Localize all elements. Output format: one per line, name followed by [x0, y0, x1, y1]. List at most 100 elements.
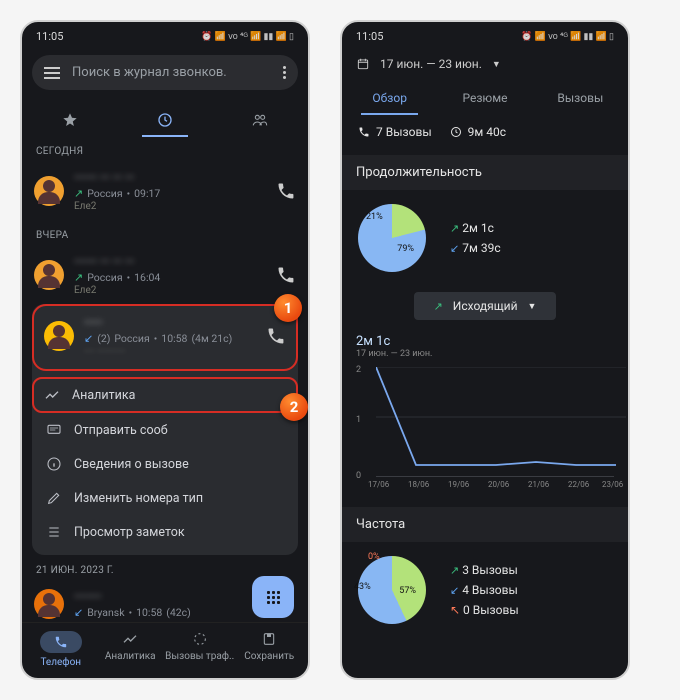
menu-icon[interactable]	[44, 67, 60, 79]
info-icon	[46, 456, 62, 472]
calendar-icon	[356, 57, 370, 71]
nav-label: Телефон	[40, 657, 81, 668]
legend-incoming: ↙ 7м 39с	[450, 241, 501, 255]
call-row-highlighted[interactable]: 1 ▫▫▫▫ ↙ (2) Россия • 10:58 (4м 21с) ▫▫▫…	[32, 304, 298, 371]
call-meta: ↙ (2) Россия • 10:58 (4м 21с)	[84, 332, 256, 345]
tab-recent[interactable]	[117, 104, 212, 136]
menu-view-notes[interactable]: Просмотр заметок	[32, 515, 298, 549]
frequency-legend: ↗ 3 Вызовы ↙ 4 Вызовы ↖ 0 Вызовы	[450, 563, 519, 617]
menu-send-message[interactable]: Отправить сооб	[32, 413, 298, 447]
incoming-icon: ↙	[84, 332, 93, 345]
summary-time: 9м 40с	[450, 125, 506, 139]
annotation-marker-1: 1	[274, 294, 302, 322]
clock: 11:05	[36, 30, 63, 43]
outgoing-icon: ↗	[74, 187, 83, 200]
incoming-icon: ↙	[74, 606, 83, 619]
chevron-down-icon: ▼	[492, 59, 501, 70]
duration-chart-row: 21% 79% ↗ 2м 1с ↙ 7м 39с	[342, 190, 628, 286]
bottom-nav: Телефон Аналитика Вызовы траф.. Сохранит…	[22, 622, 308, 678]
caller-name: ▫▫▫▫▫ ▫▫ ▫▫ ▫▫	[74, 253, 266, 269]
annotation-marker-2: 2	[280, 393, 308, 421]
call-meta: ↗ Россия • 09:17	[74, 187, 266, 200]
phone-icon	[54, 635, 68, 649]
menu-label: Сведения о вызове	[74, 457, 189, 472]
section-today: СЕГОДНЯ	[22, 136, 308, 161]
tab-bar	[22, 98, 308, 136]
status-icons: ⏰ 📶 ᴠᴏ ⁴ᴳ 📶 ▮▮ 📶 ▯	[201, 31, 294, 42]
date-range-bar[interactable]: 17 июн. — 23 июн. ▼	[342, 47, 628, 81]
summary-row: 7 Вызовы 9м 40с	[342, 115, 628, 149]
section-duration: Продолжительность	[342, 155, 628, 190]
nav-phone[interactable]: Телефон	[26, 631, 96, 668]
status-bar: 11:05 ⏰ 📶 ᴠᴏ ⁴ᴳ 📶 ▮▮ 📶 ▯	[342, 22, 628, 47]
phone-right: 11:05 ⏰ 📶 ᴠᴏ ⁴ᴳ 📶 ▮▮ 📶 ▯ 17 июн. — 23 ию…	[340, 20, 630, 680]
more-icon[interactable]	[283, 66, 286, 79]
call-icon[interactable]	[276, 265, 296, 285]
call-icon[interactable]	[276, 181, 296, 201]
outgoing-icon: ↗	[74, 271, 83, 284]
section-frequency: Частота	[342, 507, 628, 542]
menu-label: Изменить номера тип	[74, 491, 203, 506]
caller-name: ▫▫▫▫▫ ▫▫ ▫▫ ▫▫	[74, 169, 266, 185]
menu-label: Аналитика	[72, 388, 135, 403]
duration-pie: 21% 79%	[358, 204, 426, 272]
list-icon	[46, 524, 62, 540]
avatar	[44, 321, 74, 351]
save-icon	[261, 631, 277, 647]
line-title: 2м 1с	[356, 334, 614, 349]
nav-save[interactable]: Сохранить	[235, 631, 305, 668]
line-chart-box: 2м 1с 17 июн. — 23 июн. 2 1 0 17/06 18/0…	[342, 330, 628, 489]
operator: Еле2	[74, 201, 266, 212]
section-yesterday: ВЧЕРА	[22, 220, 308, 245]
nav-traffic[interactable]: Вызовы траф..	[165, 631, 235, 668]
menu-call-info[interactable]: Сведения о вызове	[32, 447, 298, 481]
search-bar[interactable]: Поиск в журнал звонков.	[32, 55, 298, 90]
caller-name: ▫▫▫▫	[84, 314, 256, 330]
phone-left: 11:05 ⏰ 📶 ᴠᴏ ⁴ᴳ 📶 ▮▮ 📶 ▯ Поиск в журнал …	[20, 20, 310, 680]
tab-contacts[interactable]	[213, 104, 308, 136]
status-bar: 11:05 ⏰ 📶 ᴠᴏ ⁴ᴳ 📶 ▮▮ 📶 ▯	[22, 22, 308, 47]
clock-icon	[450, 126, 462, 138]
tab-overview[interactable]: Обзор	[342, 81, 437, 115]
dialpad-icon	[267, 591, 280, 604]
legend-outgoing: ↗ 3 Вызовы	[450, 563, 519, 577]
clock-icon	[157, 112, 173, 128]
frequency-pie: 0% 43% 57%	[358, 556, 426, 624]
chart-icon	[44, 387, 60, 403]
legend-missed: ↖ 0 Вызовы	[450, 603, 519, 617]
menu-label: Просмотр заметок	[74, 525, 185, 540]
tab-favorites[interactable]	[22, 104, 117, 136]
dialpad-fab[interactable]	[252, 576, 294, 618]
dropdown-value: Исходящий	[453, 299, 518, 313]
call-icon[interactable]	[266, 326, 286, 346]
line-subtitle: 17 июн. — 23 июн.	[356, 349, 614, 359]
chevron-down-icon: ▼	[528, 301, 537, 312]
clock: 11:05	[356, 30, 383, 43]
menu-analytics-highlighted[interactable]: 2 Аналитика	[32, 377, 298, 413]
avatar	[34, 589, 64, 619]
avatar	[34, 260, 64, 290]
nav-label: Сохранить	[244, 651, 294, 662]
edit-icon	[46, 490, 62, 506]
outgoing-icon: ↗	[434, 300, 443, 313]
nav-analytics[interactable]: Аналитика	[96, 631, 166, 668]
expanded-call-card: 1 ▫▫▫▫ ↙ (2) Россия • 10:58 (4м 21с) ▫▫▫…	[32, 304, 298, 555]
tab-resume[interactable]: Резюме	[437, 81, 532, 115]
menu-label: Отправить сооб	[74, 423, 168, 438]
legend-incoming: ↙ 4 Вызовы	[450, 583, 519, 597]
call-row[interactable]: ▫▫▫▫▫ ▫▫ ▫▫ ▫▫ ↗ Россия • 16:04 Еле2	[22, 245, 308, 304]
menu-edit-number[interactable]: Изменить номера тип	[32, 481, 298, 515]
line-svg	[376, 367, 626, 467]
tab-calls[interactable]: Вызовы	[533, 81, 628, 115]
operator: Еле2	[74, 285, 266, 296]
search-input[interactable]: Поиск в журнал звонков.	[72, 65, 271, 80]
call-meta: ↗ Россия • 16:04	[74, 271, 266, 284]
data-icon	[192, 631, 208, 647]
call-row[interactable]: ▫▫▫▫▫ ▫▫ ▫▫ ▫▫ ↗ Россия • 09:17 Еле2	[22, 161, 308, 220]
date-range: 17 июн. — 23 июн.	[380, 57, 482, 71]
summary-calls: 7 Вызовы	[358, 125, 432, 139]
frequency-chart-row: 0% 43% 57% ↗ 3 Вызовы ↙ 4 Вызовы ↖ 0 Выз…	[342, 542, 628, 638]
direction-dropdown[interactable]: ↗ Исходящий ▼	[414, 292, 557, 320]
message-icon	[46, 422, 62, 438]
call-log: СЕГОДНЯ ▫▫▫▫▫ ▫▫ ▫▫ ▫▫ ↗ Россия • 09:17 …	[22, 136, 308, 622]
